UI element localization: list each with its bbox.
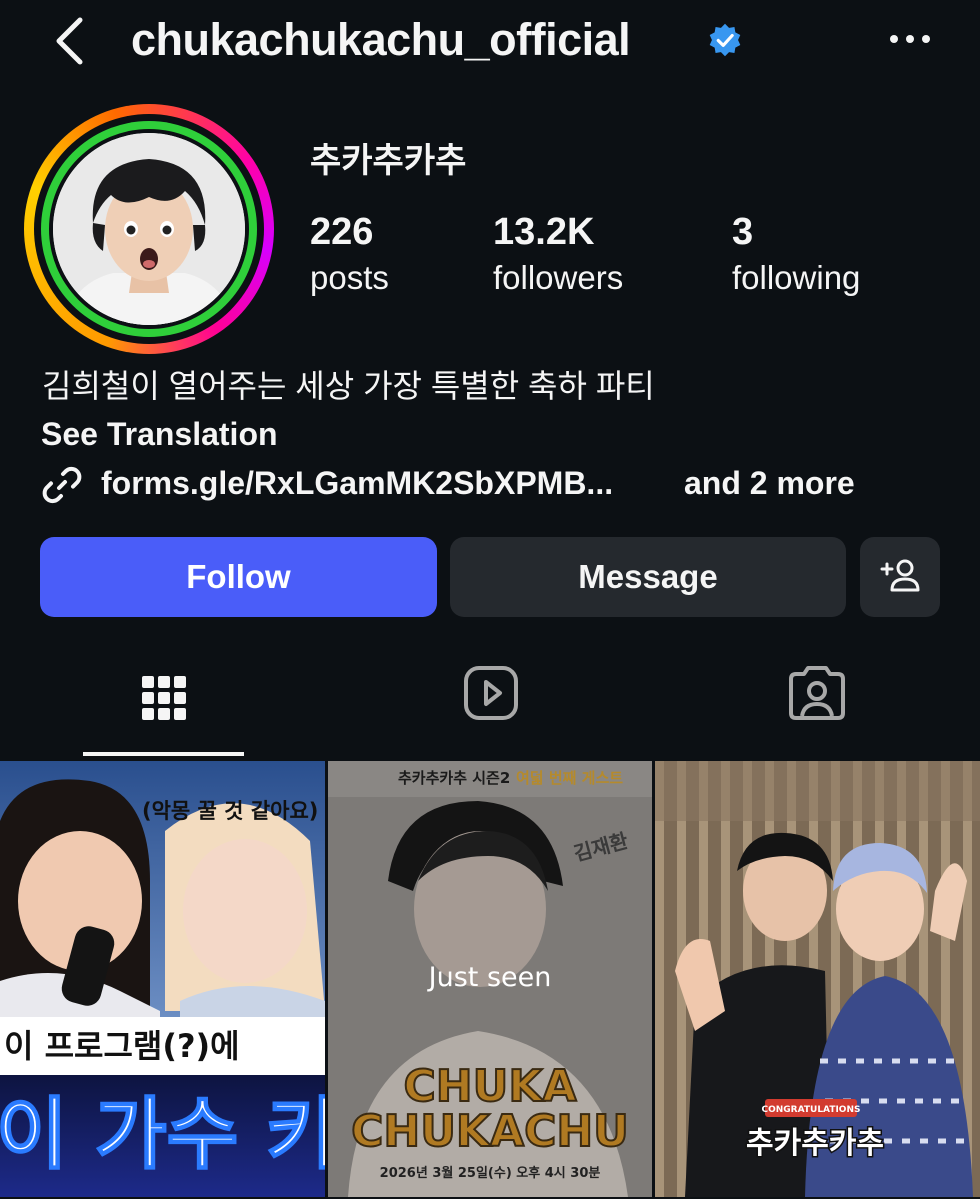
following-count[interactable]: 3 following: [732, 208, 860, 300]
more-options-button[interactable]: [886, 22, 934, 54]
ellipsis-icon: [890, 35, 930, 43]
post-caption-mid: 이 프로그램(?)에: [4, 1027, 240, 1065]
add-person-icon: [880, 559, 920, 592]
posts-label: posts: [310, 259, 389, 296]
chevron-left-icon: [56, 17, 83, 65]
message-button[interactable]: Message: [450, 537, 846, 617]
post-caption-big: 이 가수 키: [0, 1090, 325, 1180]
following-value: 3: [732, 211, 754, 253]
post-thumbnail[interactable]: CONGRATULATIONS 추카추카추: [655, 761, 980, 1197]
post-thumbnail[interactable]: (악몽 꿀 것 같아요) 이 프로그램(?)에 이 가수 키: [0, 761, 325, 1197]
tab-tagged[interactable]: [736, 660, 897, 756]
posts-count[interactable]: 226 posts: [310, 208, 389, 300]
more-links-button[interactable]: and 2 more: [684, 460, 855, 506]
poster-header-accent: 여덟 번째 게스트: [516, 769, 623, 787]
display-name: 추카추카추: [310, 142, 467, 180]
bio-text: 김희철이 열어주는 세상 가장 특별한 축하 파티: [42, 368, 655, 404]
post-thumbnail[interactable]: 추카추카추 시즌2 여덟 번째 게스트 김재환 Just seen CHUKA …: [328, 761, 652, 1197]
avatar[interactable]: [53, 133, 245, 325]
tagged-icon: [788, 666, 845, 720]
poster-title-line2: CHUKACHU: [351, 1106, 629, 1157]
bio-link[interactable]: forms.gle/RxLGamMK2SbXPMB...: [101, 460, 613, 506]
followers-value: 13.2K: [493, 211, 595, 253]
verified-badge-icon: [707, 22, 743, 58]
reels-icon: [463, 666, 518, 720]
badge-main-text: 추카추카추: [746, 1126, 884, 1161]
poster-title-line1: CHUKA: [404, 1061, 577, 1112]
back-button[interactable]: [50, 16, 94, 66]
follow-button[interactable]: Follow: [40, 537, 437, 617]
following-label: following: [732, 259, 861, 296]
poster-header: 추카추카추 시즌2: [398, 769, 510, 787]
suggested-accounts-button[interactable]: [860, 537, 940, 617]
followers-count[interactable]: 13.2K followers: [493, 208, 623, 300]
see-translation-link[interactable]: See Translation: [41, 412, 278, 456]
followers-label: followers: [493, 259, 624, 296]
posts-value: 226: [310, 211, 374, 253]
grid-icon: [141, 676, 186, 720]
poster-date: 2026년 3월 25일(수) 오후 4시 30분: [380, 1165, 601, 1181]
tab-posts-grid[interactable]: [83, 660, 244, 756]
tab-reels[interactable]: [410, 660, 571, 756]
profile-username: chukachukachu_official: [131, 14, 631, 65]
just-seen-overlay: Just seen: [427, 962, 552, 993]
link-icon: [40, 463, 84, 507]
post-caption-top: (악몽 꿀 것 같아요): [142, 799, 318, 823]
selected-tab-indicator: [83, 752, 244, 756]
badge-small-text: CONGRATULATIONS: [762, 1105, 861, 1115]
